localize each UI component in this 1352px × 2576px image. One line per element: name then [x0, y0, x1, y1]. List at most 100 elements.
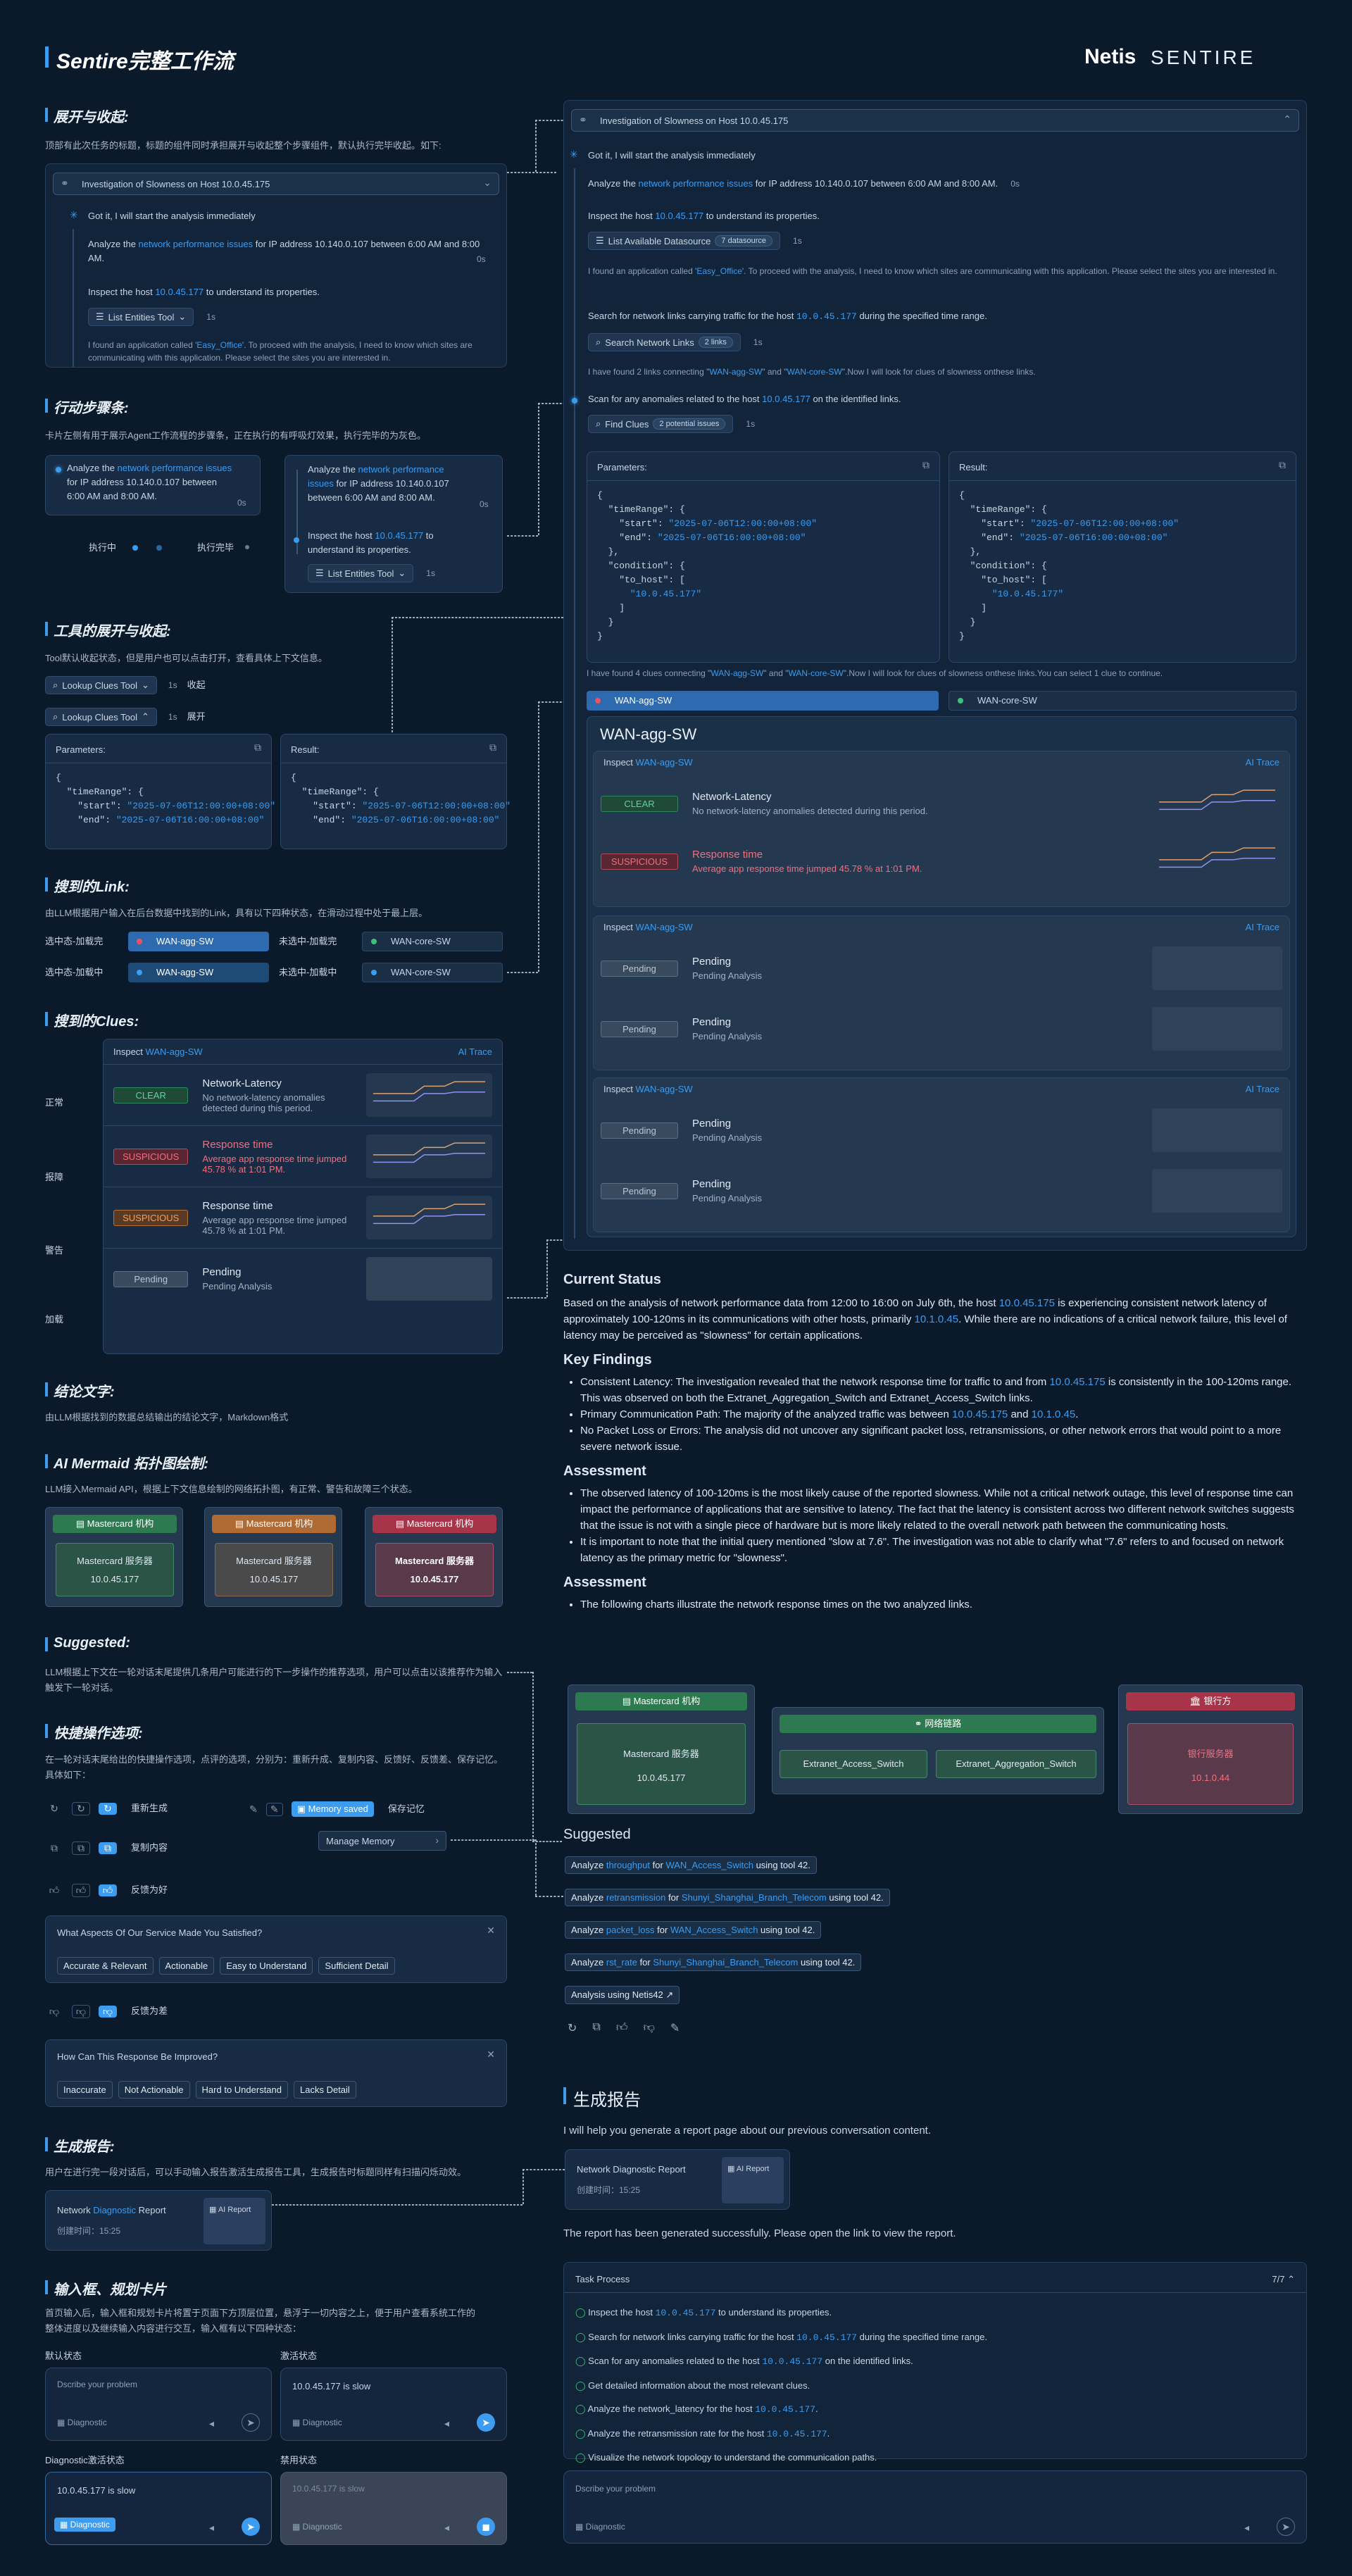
- link-tab[interactable]: WAN-core-SW: [949, 691, 1296, 711]
- send-icon[interactable]: ➤: [242, 2413, 260, 2432]
- task-item: ◯ Get detailed information about the mos…: [575, 2380, 810, 2391]
- copy-icon[interactable]: ⧉: [1279, 459, 1286, 471]
- thumbs-up-icon[interactable]: 👍︎: [72, 1883, 90, 1897]
- copy-icon[interactable]: ⧉: [489, 742, 496, 754]
- feedback-option[interactable]: Not Actionable: [118, 2081, 190, 2099]
- input-diagnostic-active[interactable]: 10.0.45.177 is slow ▦ Diagnostic ◂ ➤: [45, 2472, 272, 2545]
- ai-trace-link[interactable]: AI Trace: [458, 1046, 492, 1057]
- save-memory-icon[interactable]: ✎: [265, 1802, 283, 1816]
- suggestion-item[interactable]: Analyze packet_loss for WAN_Access_Switc…: [565, 1921, 822, 1939]
- ai-trace-link[interactable]: AI Trace: [1246, 1084, 1279, 1094]
- feedback-option[interactable]: Easy to Understand: [220, 1957, 313, 1975]
- suggestion-item[interactable]: Analyze rst_rate for Shunyi_Shanghai_Bra…: [565, 1953, 862, 1971]
- mic-icon[interactable]: ◂: [444, 2418, 449, 2430]
- feedback-option[interactable]: Sufficient Detail: [318, 1957, 395, 1975]
- tool-chip[interactable]: ⌕ Find Clues 2 potential issues: [588, 415, 734, 433]
- send-icon[interactable]: ➤: [242, 2518, 260, 2536]
- chevron-down-icon[interactable]: ⌄: [483, 177, 492, 189]
- tool-chip[interactable]: ☰ List Entities Tool ⌄: [88, 308, 194, 326]
- thumbs-up-icon[interactable]: 👍︎: [45, 1884, 63, 1896]
- copy-icon[interactable]: ⧉: [922, 459, 930, 471]
- link-selected-loading[interactable]: WAN-agg-SW: [128, 963, 269, 982]
- memory-saved-button[interactable]: ▣ Memory saved: [291, 1801, 374, 1817]
- link-selected-loaded[interactable]: WAN-agg-SW: [128, 932, 269, 951]
- save-memory-icon[interactable]: ✎: [670, 2021, 680, 2035]
- close-icon[interactable]: ✕: [487, 1925, 495, 1937]
- thumbs-up-icon[interactable]: 👍︎: [99, 1884, 117, 1896]
- feedback-option[interactable]: Inaccurate: [57, 2081, 113, 2099]
- topology-node-normal[interactable]: ▤ Mastercard 机构 Mastercard 服务器 10.0.45.17…: [45, 1507, 183, 1607]
- chevron-up-icon[interactable]: ⌃: [1283, 113, 1291, 125]
- feedback-option[interactable]: Lacks Detail: [294, 2081, 356, 2099]
- chevron-up-icon[interactable]: ⌃: [1287, 2274, 1295, 2284]
- step-line: [73, 229, 74, 367]
- send-icon[interactable]: ➤: [1277, 2518, 1295, 2536]
- tool-chip[interactable]: ☰ List Entities Tool ⌄: [308, 564, 414, 582]
- tool-chip[interactable]: ☰ List Available Datasource 7 datasource: [588, 232, 781, 250]
- save-memory-icon[interactable]: ✎: [249, 1803, 258, 1815]
- copy-icon[interactable]: ⧉: [45, 1842, 63, 1854]
- feedback-option[interactable]: Accurate & Relevant: [57, 1957, 154, 1975]
- close-icon[interactable]: ✕: [487, 2049, 495, 2061]
- clues-card: Inspect WAN-agg-SW AI Trace Pending Pendin…: [593, 1077, 1290, 1232]
- regenerate-icon[interactable]: ↻: [99, 1802, 117, 1815]
- input-active[interactable]: 10.0.45.177 is slow ▦ Diagnostic ◂ ➤: [280, 2368, 507, 2441]
- copy-icon[interactable]: ⧉: [72, 1841, 90, 1855]
- thumbs-down-icon[interactable]: 👎︎: [72, 2004, 90, 2018]
- topology-node-error[interactable]: ▤ Mastercard 机构 Mastercard 服务器 10.0.45.17…: [365, 1507, 503, 1607]
- feedback-option[interactable]: Hard to Understand: [195, 2081, 288, 2099]
- topology-node-warning[interactable]: ▤ Mastercard 机构 Mastercard 服务器 10.0.45.17…: [204, 1507, 342, 1607]
- report-card[interactable]: Network Diagnostic Report 创建时间：15:25 ▦ A…: [565, 2149, 790, 2210]
- link-unselected-loaded[interactable]: WAN-core-SW: [362, 932, 503, 951]
- regenerate-icon[interactable]: ↻: [45, 1803, 63, 1815]
- thumbs-down-icon[interactable]: 👎︎: [644, 2021, 655, 2035]
- clue-row[interactable]: SUSPICIOUS Response time Average app respo…: [104, 1187, 502, 1249]
- clue-row[interactable]: CLEAR Network-Latency No network-latency a…: [104, 1065, 502, 1126]
- copy-icon[interactable]: ⧉: [99, 1842, 117, 1854]
- suggestion-item[interactable]: Analyze retransmission for Shunyi_Shangh…: [565, 1889, 890, 1906]
- topology-node-normal[interactable]: ▤ Mastercard 机构 Mastercard 服务器 10.0.45.17…: [568, 1684, 755, 1814]
- link-unselected-loading[interactable]: WAN-core-SW: [362, 963, 503, 982]
- mic-icon[interactable]: ◂: [209, 2522, 214, 2534]
- clue-row[interactable]: Pending Pending Pending Analysis: [594, 999, 1289, 1059]
- report-card[interactable]: Network Diagnostic Report 创建时间：15:25 ▦ A…: [45, 2190, 272, 2251]
- thumbs-up-icon[interactable]: 👍︎: [616, 2021, 628, 2035]
- tool-chip-collapsed[interactable]: ⌕ Lookup Clues Tool ⌄: [45, 676, 157, 694]
- regenerate-icon[interactable]: ↻: [568, 2021, 577, 2035]
- clue-row[interactable]: Pending Pending Pending Analysis: [594, 1161, 1289, 1221]
- copy-icon[interactable]: ⧉: [592, 2021, 600, 2035]
- netis42-button[interactable]: Analysis using Netis42 ↗: [565, 1986, 680, 2004]
- clue-row[interactable]: SUSPICIOUS Response time Average app respo…: [104, 1126, 502, 1187]
- mic-icon[interactable]: ◂: [209, 2418, 214, 2430]
- clue-row[interactable]: SUSPICIOUS Response time Average app respo…: [594, 834, 1289, 889]
- suggestion-item[interactable]: Analyze throughput for WAN_Access_Switch…: [565, 1856, 817, 1874]
- ai-trace-link[interactable]: AI Trace: [1246, 757, 1279, 768]
- input-default[interactable]: Dscribe your problem ▦ Diagnostic ◂ ➤: [45, 2368, 272, 2441]
- clue-row[interactable]: Pending Pending Pending Analysis: [104, 1249, 502, 1309]
- card-header[interactable]: ⚭ Investigation of Slowness on Host 10.0…: [571, 109, 1299, 132]
- ai-trace-link[interactable]: AI Trace: [1246, 922, 1279, 932]
- copy-icon[interactable]: ⧉: [254, 742, 261, 754]
- input-disabled[interactable]: 10.0.45.177 is slow ▦ Diagnostic ◂ ◼: [280, 2472, 507, 2545]
- thumbs-down-icon[interactable]: 👎︎: [99, 2005, 117, 2018]
- feedback-option[interactable]: Actionable: [158, 1957, 215, 1975]
- clue-row[interactable]: Pending Pending Pending Analysis: [594, 1100, 1289, 1161]
- card-header[interactable]: ⚭ Investigation of Slowness on Host 10.0…: [53, 173, 499, 195]
- step-text: Inspect the host 10.0.45.177 to understa…: [88, 287, 320, 297]
- clue-row[interactable]: Pending Pending Pending Analysis: [594, 938, 1289, 999]
- tool-chip[interactable]: ⌕ Search Network Links 2 links: [588, 333, 741, 351]
- clue-row[interactable]: CLEAR Network-Latency No network-latency a…: [594, 773, 1289, 834]
- stop-icon[interactable]: ◼: [477, 2518, 495, 2536]
- topology-node-error[interactable]: 🏛︎ 银行方 银行服务器 10.1.0.44: [1118, 1684, 1303, 1814]
- mic-icon[interactable]: ◂: [1244, 2522, 1249, 2534]
- section-title: AI Mermaid 拓扑图绘制:: [45, 1452, 208, 1473]
- send-icon[interactable]: ➤: [477, 2413, 495, 2432]
- main-input[interactable]: Dscribe your problem ▦ Diagnostic ◂ ➤: [563, 2470, 1307, 2544]
- link-tab-selected[interactable]: WAN-agg-SW: [587, 691, 939, 711]
- thumbs-down-icon[interactable]: 👎︎: [45, 2006, 63, 2018]
- section-desc: 顶部有此次任务的标题，标题的组件同时承担展开与收起整个步骤组件，默认执行完毕收起…: [45, 140, 442, 151]
- regenerate-icon[interactable]: ↻: [72, 1801, 90, 1815]
- topology-node-link[interactable]: ⚭ 网络链路 Extranet_Access_Switch Extranet_A…: [772, 1707, 1104, 1794]
- manage-memory-menu[interactable]: Manage Memory ›: [318, 1831, 446, 1851]
- tool-chip-expanded[interactable]: ⌕ Lookup Clues Tool ⌃: [45, 708, 157, 726]
